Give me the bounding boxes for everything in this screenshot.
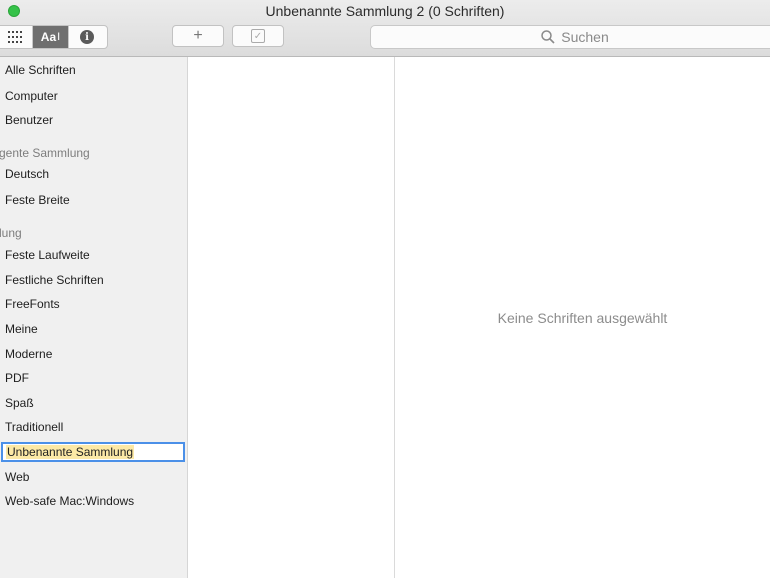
sidebar-item-computer[interactable]: Computer (5, 89, 58, 103)
sidebar-item-deutsch[interactable]: Deutsch (5, 167, 49, 181)
view-mode-segmented-control[interactable]: Aa I i (0, 25, 108, 49)
font-preview-pane: Keine Schriften ausgewählt (395, 57, 770, 578)
sidebar-item-pdf[interactable]: PDF (5, 371, 29, 385)
sidebar-item-traditionell[interactable]: Traditionell (5, 420, 63, 434)
collections-header: lung (0, 226, 22, 240)
smart-collections-header: gente Sammlung (0, 146, 90, 160)
checkbox-icon: ✓ (251, 29, 265, 43)
sidebar-item-spass[interactable]: Spaß (5, 396, 34, 410)
sidebar-item-meine[interactable]: Meine (5, 322, 38, 336)
sidebar-item-feste-laufweite[interactable]: Feste Laufweite (5, 248, 90, 262)
search-field[interactable]: Suchen (370, 25, 770, 49)
sidebar-item-alle-schriften[interactable]: Alle Schriften (5, 63, 76, 77)
sidebar-item-moderne[interactable]: Moderne (5, 347, 52, 361)
plus-icon: + (193, 27, 203, 44)
search-placeholder: Suchen (561, 29, 609, 45)
window-title: Unbenannte Sammlung 2 (0 Schriften) (265, 3, 505, 19)
add-collection-button[interactable]: + (172, 25, 224, 47)
sidebar-item-festliche-schriften[interactable]: Festliche Schriften (5, 273, 104, 287)
sample-view-button[interactable]: Aa I (33, 26, 69, 48)
collection-name-selected-text: Unbenannte Sammlung (6, 445, 135, 459)
grid-icon (7, 31, 22, 43)
search-icon (541, 30, 555, 44)
collections-sidebar: Alle Schriften Computer Benutzer gente S… (0, 57, 188, 578)
font-list-pane[interactable] (188, 57, 395, 578)
sidebar-item-web[interactable]: Web (5, 470, 29, 484)
grid-view-button[interactable] (0, 26, 33, 48)
collection-name-input[interactable]: Unbenannte Sammlung (1, 442, 185, 462)
sidebar-item-web-safe[interactable]: Web-safe Mac:Windows (5, 494, 134, 508)
enable-fonts-button[interactable]: ✓ (232, 25, 284, 47)
info-view-button[interactable]: i (69, 26, 105, 48)
sidebar-item-freefonts[interactable]: FreeFonts (5, 297, 60, 311)
sample-text-icon: Aa (40, 30, 57, 44)
sidebar-item-benutzer[interactable]: Benutzer (5, 113, 53, 127)
no-fonts-selected-message: Keine Schriften ausgewählt (497, 310, 668, 326)
info-icon: i (80, 30, 94, 44)
title-bar: Unbenannte Sammlung 2 (0 Schriften) Aa I … (0, 0, 770, 57)
sidebar-item-feste-breite[interactable]: Feste Breite (5, 193, 70, 207)
